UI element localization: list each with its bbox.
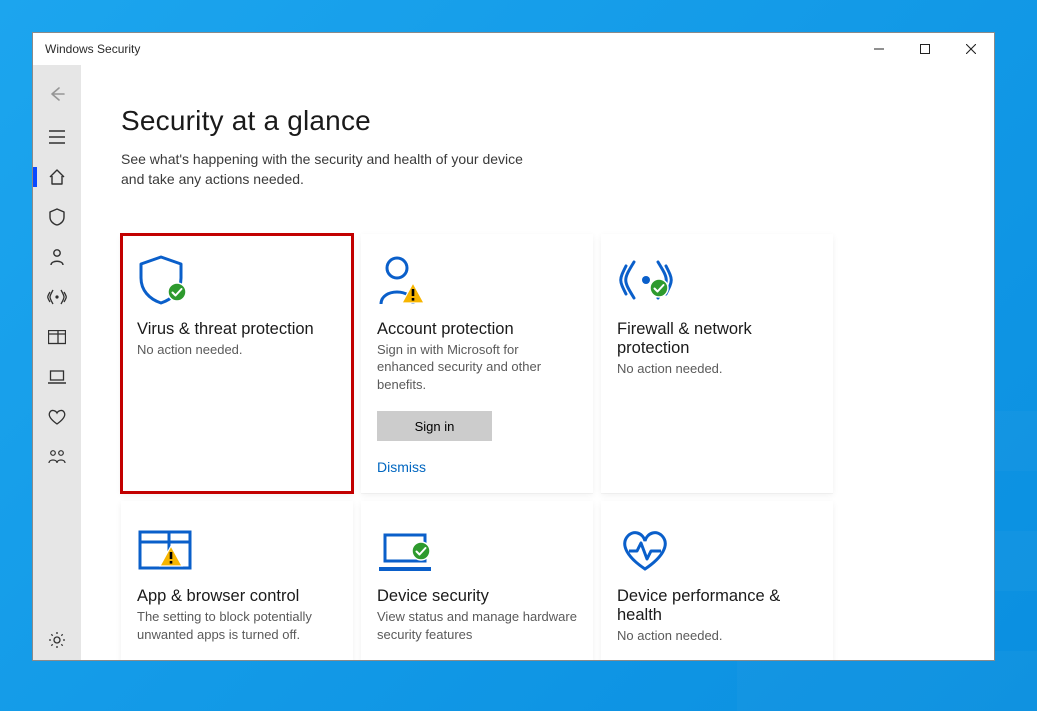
home-icon [48,168,66,186]
signin-button[interactable]: Sign in [377,411,492,441]
shield-icon [49,208,65,226]
card-desc: No action needed. [617,360,817,378]
health-card-icon-wrap [617,517,817,573]
ok-badge-icon [167,282,187,302]
main-content: Security at a glance See what's happenin… [81,65,994,660]
devicesec-card-icon-wrap [377,517,577,573]
card-account-protection[interactable]: Account protection Sign in with Microsof… [361,234,593,494]
minimize-button[interactable] [856,33,902,65]
back-arrow-icon [47,84,67,104]
maximize-icon [920,44,930,54]
card-desc: Sign in with Microsoft for enhanced secu… [377,341,577,394]
card-app-browser[interactable]: App & browser control The setting to blo… [121,501,353,660]
maximize-button[interactable] [902,33,948,65]
warn-badge-icon [401,282,425,304]
card-desc: No action needed. [137,341,337,359]
card-grid: Virus & threat protection No action need… [121,234,994,660]
card-desc: View status and manage hardware security… [377,608,577,643]
sidebar-item-account[interactable] [33,237,81,277]
card-desc: No action needed. [617,627,817,645]
gear-icon [48,631,66,649]
card-device-security[interactable]: Device security View status and manage h… [361,501,593,660]
card-firewall[interactable]: Firewall & network protection No action … [601,234,833,494]
card-title: Device performance & health [617,587,817,625]
network-icon [47,289,67,305]
virus-card-icon-wrap [137,250,337,306]
back-button[interactable] [33,71,81,117]
person-icon [49,248,65,266]
appbrowser-card-icon-wrap [137,517,337,573]
ok-badge-icon [411,541,431,561]
window-controls [856,33,994,65]
hamburger-button[interactable] [33,117,81,157]
hamburger-icon [49,130,65,144]
browser-icon [48,330,66,345]
sidebar-item-home[interactable] [33,157,81,197]
account-card-icon-wrap [377,250,577,306]
close-icon [966,44,976,54]
laptop-icon [48,370,66,385]
heart-icon [47,409,67,425]
page-title: Security at a glance [121,105,994,137]
sidebar-item-settings[interactable] [33,620,81,660]
card-title: App & browser control [137,587,337,606]
card-virus-threat[interactable]: Virus & threat protection No action need… [121,234,353,494]
sidebar-item-virus[interactable] [33,197,81,237]
minimize-icon [874,44,884,54]
card-title: Virus & threat protection [137,320,337,339]
titlebar: Windows Security [33,33,994,65]
family-icon [47,449,67,465]
sidebar-item-health[interactable] [33,397,81,437]
card-desc: The setting to block potentially unwante… [137,608,337,643]
card-title: Account protection [377,320,577,339]
warn-badge-icon [159,545,183,567]
sidebar-item-app-browser[interactable] [33,317,81,357]
close-button[interactable] [948,33,994,65]
sidebar-item-family[interactable] [33,437,81,477]
heart-large-icon [617,529,673,573]
sidebar-item-device-security[interactable] [33,357,81,397]
app-window: Windows Security [32,32,995,661]
sidebar-item-firewall[interactable] [33,277,81,317]
dismiss-link[interactable]: Dismiss [377,459,577,475]
ok-badge-icon [649,278,669,298]
card-title: Firewall & network protection [617,320,817,358]
firewall-card-icon-wrap [617,250,817,306]
sidebar [33,65,81,660]
window-title: Windows Security [45,42,140,56]
card-device-health[interactable]: Device performance & health No action ne… [601,501,833,660]
page-subheading: See what's happening with the security a… [121,149,541,190]
card-title: Device security [377,587,577,606]
